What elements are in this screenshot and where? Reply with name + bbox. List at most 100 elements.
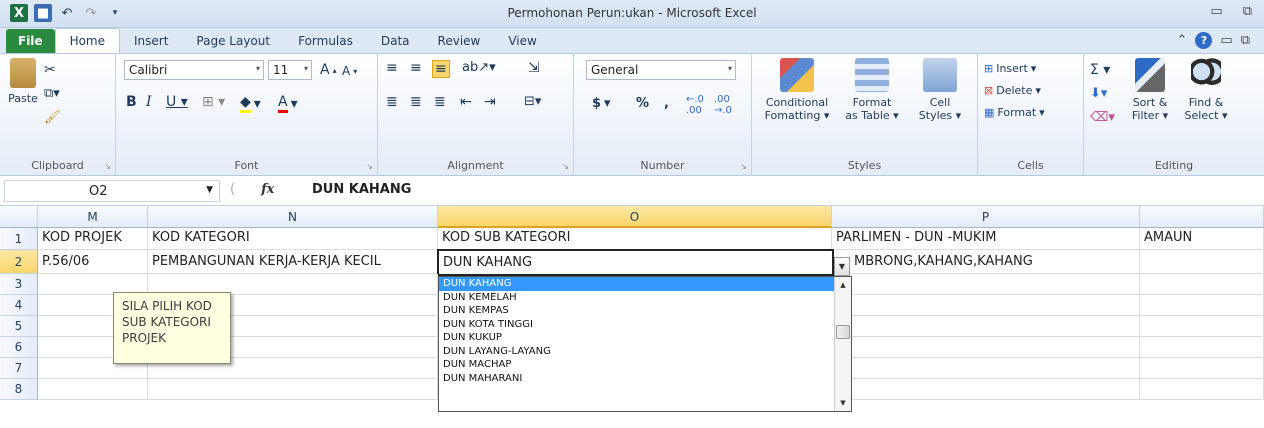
workbook-minimize-icon[interactable]: ▭ <box>1220 33 1232 48</box>
shrink-font-icon[interactable]: A ▾ <box>342 64 357 78</box>
tab-view[interactable]: View <box>494 29 550 53</box>
insert-cells-button[interactable]: ⊞ Insert ▾ <box>984 62 1036 75</box>
tab-data[interactable]: Data <box>367 29 424 53</box>
cell[interactable] <box>832 379 1140 400</box>
cell-m1[interactable]: KOD PROJEK <box>38 228 148 250</box>
cell[interactable] <box>1140 274 1264 295</box>
paste-button[interactable]: Paste <box>6 58 40 105</box>
alignment-launcher-icon[interactable]: ↘ <box>562 162 569 171</box>
cell[interactable] <box>38 379 148 400</box>
row-header[interactable]: 8 <box>0 379 38 400</box>
font-size-combo[interactable]: 11 ▾ <box>268 60 312 80</box>
cell[interactable] <box>832 316 1140 337</box>
dropdown-scrollbar[interactable]: ▲ ▼ <box>834 277 851 411</box>
row-header[interactable]: 5 <box>0 316 38 337</box>
row-header[interactable]: 3 <box>0 274 38 295</box>
orientation-icon[interactable]: ab↗▾ <box>462 60 496 75</box>
dropdown-option[interactable]: DUN KEMELAH <box>439 291 851 305</box>
insert-function-icon[interactable]: fx <box>261 182 274 197</box>
column-header-m[interactable]: M <box>38 206 148 228</box>
clear-icon[interactable]: ⌫▾ <box>1090 110 1115 125</box>
number-launcher-icon[interactable]: ↘ <box>740 162 747 171</box>
align-right-icon[interactable]: ≣ <box>434 94 446 110</box>
font-color-icon[interactable]: A ▾ <box>278 94 298 113</box>
cell-n2[interactable]: PEMBANGUNAN KERJA-KERJA KECIL <box>148 250 438 274</box>
scroll-up-icon[interactable]: ▲ <box>835 277 851 293</box>
decrease-indent-icon[interactable]: ⇤ <box>460 94 472 110</box>
cell[interactable] <box>1140 295 1264 316</box>
cell-q1[interactable]: AMAUN <box>1140 228 1264 250</box>
help-icon[interactable]: ? <box>1195 32 1213 49</box>
decrease-decimal-icon[interactable]: .00 →.0 <box>714 94 732 116</box>
delete-cells-button[interactable]: ⊠ Delete ▾ <box>984 84 1041 97</box>
workbook-restore-icon[interactable]: ⧉ <box>1241 33 1250 48</box>
increase-decimal-icon[interactable]: ←.0.00 <box>686 94 704 116</box>
validation-dropdown-list[interactable]: DUN KAHANG DUN KEMELAH DUN KEMPAS DUN KO… <box>438 276 852 412</box>
align-bottom-icon[interactable]: ≡ <box>432 60 450 78</box>
find-select-button[interactable]: Find & Select ▾ <box>1180 58 1232 122</box>
cell[interactable] <box>1140 316 1264 337</box>
merge-center-icon[interactable]: ⊟▾ <box>524 94 541 109</box>
cancel-entry-icon[interactable]: ( <box>230 182 235 197</box>
dropdown-option[interactable]: DUN KAHANG <box>439 277 851 291</box>
cell[interactable] <box>832 295 1140 316</box>
tab-file[interactable]: File <box>6 29 55 53</box>
autosum-icon[interactable]: Σ ▾ <box>1090 62 1110 78</box>
cell[interactable] <box>148 379 438 400</box>
sort-filter-button[interactable]: Sort & Filter ▾ <box>1124 58 1176 122</box>
row-header[interactable]: 7 <box>0 358 38 379</box>
column-header-n[interactable]: N <box>148 206 438 228</box>
cell-o1[interactable]: KOD SUB KATEGORI <box>438 228 832 250</box>
fill-color-icon[interactable]: ◆ ▾ <box>240 94 261 113</box>
minimize-ribbon-icon[interactable]: ⌃ <box>1177 33 1188 48</box>
clipboard-launcher-icon[interactable]: ↘ <box>104 162 111 171</box>
row-header[interactable]: 6 <box>0 337 38 358</box>
underline-icon[interactable]: U ▾ <box>166 94 188 110</box>
formula-input[interactable]: DUN KAHANG <box>312 182 411 197</box>
font-launcher-icon[interactable]: ↘ <box>366 162 373 171</box>
tab-review[interactable]: Review <box>424 29 495 53</box>
currency-format-button[interactable]: $ ▾ <box>592 96 611 111</box>
tab-page-layout[interactable]: Page Layout <box>182 29 284 53</box>
cell-n1[interactable]: KOD KATEGORI <box>148 228 438 250</box>
increase-indent-icon[interactable]: ⇥ <box>484 94 496 110</box>
conditional-formatting-button[interactable]: Conditional Fomatting ▾ <box>760 58 834 122</box>
select-all-corner[interactable] <box>0 206 38 228</box>
cell[interactable] <box>832 274 1140 295</box>
cell[interactable] <box>832 358 1140 379</box>
cell-p2[interactable]: MBRONG,KAHANG,KAHANG <box>850 250 1140 274</box>
cell-m2[interactable]: P.56/06 <box>38 250 148 274</box>
align-top-icon[interactable]: ≡ <box>386 60 398 76</box>
name-box-dropdown-icon[interactable]: ▼ <box>206 185 213 195</box>
format-cells-button[interactable]: ▦ Format ▾ <box>984 106 1045 119</box>
fill-icon[interactable]: ⬇▾ <box>1090 86 1107 101</box>
minimize-icon[interactable]: ▭ <box>1210 4 1222 19</box>
dropdown-option[interactable]: DUN MAHARANI <box>439 372 851 386</box>
dropdown-option[interactable]: DUN KOTA TINGGI <box>439 318 851 332</box>
scroll-thumb[interactable] <box>836 325 850 339</box>
column-header-p[interactable]: P <box>832 206 1140 228</box>
align-middle-icon[interactable]: ≡ <box>410 60 422 76</box>
column-header-o[interactable]: O <box>438 206 832 228</box>
dropdown-option[interactable]: DUN KEMPAS <box>439 304 851 318</box>
dropdown-option[interactable]: DUN LAYANG-LAYANG <box>439 345 851 359</box>
cut-icon[interactable]: ✂ <box>44 62 56 78</box>
row-header[interactable]: 1 <box>0 228 38 250</box>
dropdown-option[interactable]: DUN MACHAP <box>439 358 851 372</box>
format-painter-icon[interactable]: 🖌 <box>44 110 61 125</box>
cell-q2[interactable] <box>1140 250 1264 274</box>
dropdown-option[interactable]: DUN KUKUP <box>439 331 851 345</box>
grow-font-icon[interactable]: A ▴ <box>320 62 337 78</box>
tab-home[interactable]: Home <box>54 28 120 53</box>
column-header-q[interactable] <box>1140 206 1264 228</box>
percent-style-button[interactable]: % <box>636 96 649 111</box>
row-header[interactable]: 4 <box>0 295 38 316</box>
format-as-table-button[interactable]: Format as Table ▾ <box>840 58 904 122</box>
scroll-down-icon[interactable]: ▼ <box>835 395 851 411</box>
cell-o2-active[interactable]: DUN KAHANG <box>437 249 834 276</box>
font-name-combo[interactable]: Calibri ▾ <box>124 60 264 80</box>
row-header[interactable]: 2 <box>0 250 38 274</box>
bold-icon[interactable]: B <box>126 94 137 110</box>
align-center-icon[interactable]: ≣ <box>410 94 422 110</box>
name-box[interactable]: O2 ▼ <box>4 180 220 202</box>
